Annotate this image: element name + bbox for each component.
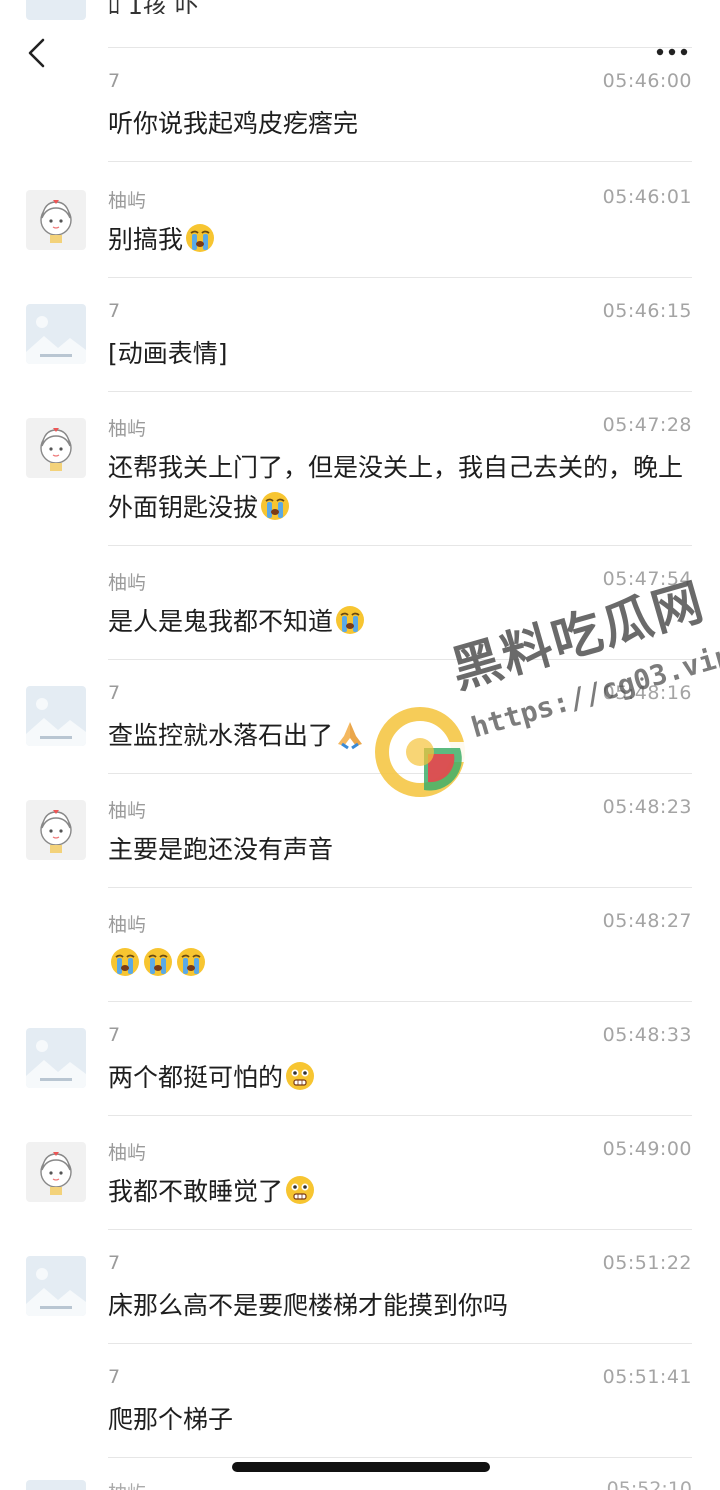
cut-off-message-text: ﾛ 1孩 卟 5 xyxy=(108,0,199,14)
message-text: 两个都挺可怕的 xyxy=(108,1058,688,1098)
message-text: 床那么高不是要爬楼梯才能摸到你吗 xyxy=(108,1291,509,1320)
message-item[interactable]: 柚屿 05:47:54 是人是鬼我都不知道 xyxy=(0,546,720,660)
message-text: 听你说我起鸡皮疙瘩完 xyxy=(108,109,359,138)
message-item[interactable]: 柚屿 05:47:28 还帮我关上门了，但是没关上，我自己去关的，晚上外面钥匙没拔 xyxy=(0,392,720,546)
sender-name: 柚屿 xyxy=(108,914,147,936)
sender-name: 7 xyxy=(108,1366,121,1388)
sender-name: 7 xyxy=(108,1024,121,1046)
sender-name: 7 xyxy=(108,1252,121,1274)
avatar[interactable] xyxy=(26,686,86,746)
message-item[interactable]: 7 05:48:16 查监控就水落石出了 xyxy=(0,660,720,774)
crying-face-icon xyxy=(175,946,207,978)
message-item[interactable]: 柚屿 05:48:27 xyxy=(0,888,720,1002)
avatar[interactable] xyxy=(26,1256,86,1316)
message-item[interactable]: 7 05:51:41 爬那个梯子 xyxy=(0,1344,720,1458)
crying-face-icon xyxy=(109,946,141,978)
crying-face-icon xyxy=(184,222,216,254)
timestamp: 05:48:27 xyxy=(602,910,692,932)
timestamp: 05:49:00 xyxy=(602,1138,692,1160)
message-text: 我都不敢睡觉了 xyxy=(108,1172,688,1212)
avatar[interactable] xyxy=(26,304,86,364)
avatar[interactable] xyxy=(26,800,86,860)
divider xyxy=(108,161,692,162)
avatar[interactable] xyxy=(26,190,86,250)
sender-name: 柚屿 xyxy=(108,190,147,212)
crying-face-icon xyxy=(142,946,174,978)
sender-name: 柚屿 xyxy=(108,1478,146,1490)
message-item[interactable]: 7 05:46:15 [动画表情] xyxy=(0,278,720,392)
message-item[interactable]: 7 05:46:00 听你说我起鸡皮疙瘩完 xyxy=(0,48,720,162)
timestamp: 05:46:00 xyxy=(602,70,692,92)
avatar[interactable] xyxy=(26,1028,86,1088)
home-indicator[interactable] xyxy=(232,1462,490,1472)
avatar[interactable] xyxy=(26,418,86,478)
sender-name: 7 xyxy=(108,300,121,322)
timestamp: 05:51:22 xyxy=(602,1252,692,1274)
sender-name: 柚屿 xyxy=(108,418,147,440)
avatar xyxy=(26,0,86,20)
timestamp: 05:48:33 xyxy=(602,1024,692,1046)
timestamp: 05:48:16 xyxy=(602,682,692,704)
message-text: 主要是跑还没有声音 xyxy=(108,835,334,864)
timestamp: 05:46:15 xyxy=(602,300,692,322)
message-text: 爬那个梯子 xyxy=(108,1405,234,1434)
grimacing-face-icon xyxy=(284,1060,316,1092)
timestamp: 05:47:28 xyxy=(602,414,692,436)
avatar[interactable] xyxy=(26,1142,86,1202)
message-text: 查监控就水落石出了 xyxy=(108,716,688,756)
timestamp: 05:46:01 xyxy=(602,186,692,208)
timestamp: 05:52:10 xyxy=(606,1478,692,1490)
folded-hands-icon xyxy=(334,718,366,750)
message-text xyxy=(108,944,688,984)
message-item[interactable]: 柚屿 05:49:00 我都不敢睡觉了 xyxy=(0,1116,720,1230)
sender-name: 柚屿 xyxy=(108,1142,147,1164)
message-text: 是人是鬼我都不知道 xyxy=(108,602,688,642)
message-text: 别搞我 xyxy=(108,220,688,260)
grimacing-face-icon xyxy=(284,1174,316,1206)
message-text: [动画表情] xyxy=(108,339,228,368)
message-item[interactable]: 柚屿 05:48:23 主要是跑还没有声音 xyxy=(0,774,720,888)
message-text: 还帮我关上门了，但是没关上，我自己去关的，晚上外面钥匙没拔 xyxy=(108,453,684,522)
timestamp: 05:48:23 xyxy=(602,796,692,818)
divider xyxy=(108,1457,692,1458)
sender-name: 柚屿 xyxy=(108,800,147,822)
sender-name: 7 xyxy=(108,682,121,704)
sender-name: 7 xyxy=(108,70,121,92)
sender-name: 柚屿 xyxy=(108,572,147,594)
timestamp: 05:51:41 xyxy=(602,1366,692,1388)
message-item[interactable]: 7 05:48:33 两个都挺可怕的 xyxy=(0,1002,720,1116)
crying-face-icon xyxy=(334,604,366,636)
avatar xyxy=(26,1480,86,1490)
message-item[interactable]: 柚屿 05:46:01 别搞我 xyxy=(0,164,720,278)
timestamp: 05:47:54 xyxy=(602,568,692,590)
crying-face-icon xyxy=(259,490,291,522)
message-item[interactable]: 7 05:51:22 床那么高不是要爬楼梯才能摸到你吗 xyxy=(0,1230,720,1344)
